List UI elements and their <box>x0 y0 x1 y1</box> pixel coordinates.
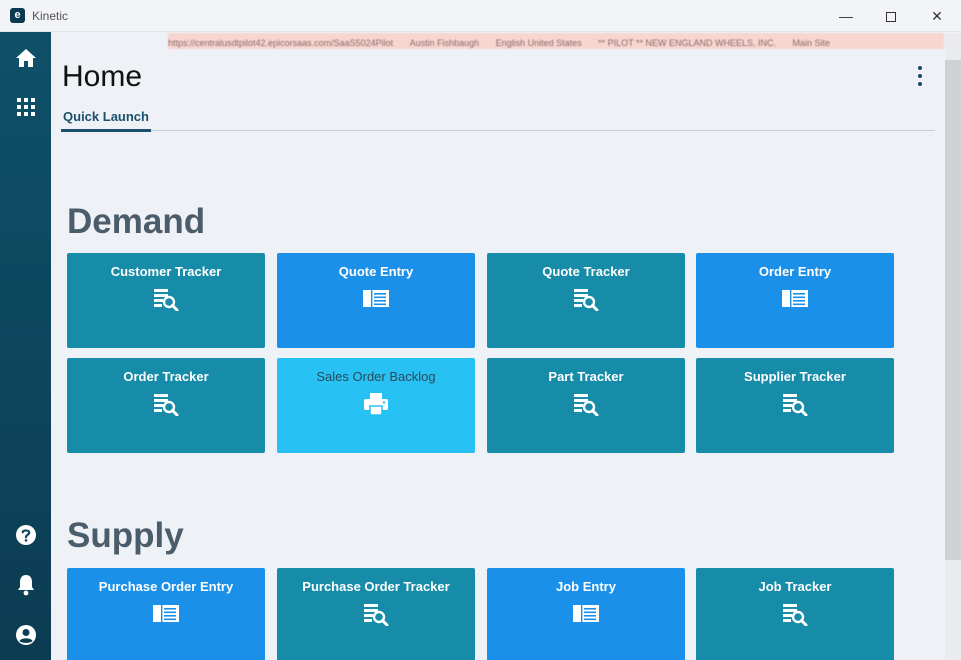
info-site: Main Site <box>792 38 830 48</box>
section-title-demand: Demand <box>67 202 206 241</box>
maximize-icon <box>886 12 896 23</box>
tile-customer-tracker[interactable]: Customer Tracker <box>67 253 265 348</box>
tile-part-tracker[interactable]: Part Tracker <box>487 358 685 453</box>
tracker-search-icon <box>152 392 180 416</box>
tile-quote-tracker[interactable]: Quote Tracker <box>487 253 685 348</box>
printer-icon <box>362 392 390 416</box>
environment-info-bar: https://centralusdtpilot42.epicorsaas.co… <box>168 33 944 49</box>
sidebar <box>0 32 51 660</box>
tile-quote-entry[interactable]: Quote Entry <box>277 253 475 348</box>
sidebar-item-user[interactable] <box>0 615 51 655</box>
kinetic-logo-icon: e <box>10 8 25 23</box>
tile-label: Supplier Tracker <box>744 369 846 384</box>
apps-grid-icon <box>16 98 35 116</box>
tile-job-tracker[interactable]: Job Tracker <box>696 568 894 660</box>
scrollbar-thumb[interactable] <box>945 60 961 560</box>
info-company: ** PILOT ** NEW ENGLAND WHEELS, INC. <box>598 38 776 48</box>
tile-label: Purchase Order Entry <box>98 579 234 594</box>
home-icon <box>15 49 36 67</box>
tracker-search-icon <box>152 287 180 311</box>
sidebar-item-help[interactable] <box>0 515 51 555</box>
info-url: https://centralusdtpilot42.epicorsaas.co… <box>168 38 394 48</box>
tile-sales-order-backlog[interactable]: Sales Order Backlog <box>277 358 475 453</box>
tile-supplier-tracker[interactable]: Supplier Tracker <box>696 358 894 453</box>
tile-order-entry[interactable]: Order Entry <box>696 253 894 348</box>
tile-label: Order Entry <box>758 264 832 279</box>
tile-label: Quote Entry <box>338 264 414 279</box>
tile-label: Purchase Order Tracker <box>302 579 450 594</box>
maximize-button[interactable] <box>876 6 906 26</box>
tab-quick-launch[interactable]: Quick Launch <box>61 109 151 132</box>
sidebar-item-home[interactable] <box>0 38 51 78</box>
tile-job-entry[interactable]: Job Entry <box>487 568 685 660</box>
window-titlebar: e Kinetic — ✕ <box>0 0 961 32</box>
tile-label: Part Tracker <box>548 369 624 384</box>
more-options-button[interactable] <box>912 66 928 86</box>
section-title-supply: Supply <box>67 516 184 555</box>
help-icon <box>15 525 36 545</box>
minimize-button[interactable]: — <box>831 6 861 26</box>
entry-form-icon <box>152 602 180 626</box>
entry-form-icon <box>572 602 600 626</box>
tile-label: Job Entry <box>556 579 616 594</box>
tile-order-tracker[interactable]: Order Tracker <box>67 358 265 453</box>
sidebar-item-apps[interactable] <box>0 87 51 127</box>
tracker-search-icon <box>572 287 600 311</box>
tracker-search-icon <box>781 602 809 626</box>
tracker-search-icon <box>362 602 390 626</box>
entry-form-icon <box>781 287 809 311</box>
sidebar-item-notifications[interactable] <box>0 565 51 605</box>
tile-label: Sales Order Backlog <box>316 369 436 384</box>
user-icon <box>15 625 36 645</box>
window-title: Kinetic <box>32 9 69 23</box>
tile-label: Quote Tracker <box>542 264 630 279</box>
tile-label: Job Tracker <box>758 579 832 594</box>
info-user: Austin Fishbaugh <box>409 38 480 48</box>
tile-label: Order Tracker <box>123 369 209 384</box>
close-button[interactable]: ✕ <box>922 6 952 26</box>
info-language: English United States <box>495 38 582 48</box>
bell-icon <box>17 575 34 596</box>
tile-purchase-order-tracker[interactable]: Purchase Order Tracker <box>277 568 475 660</box>
tracker-search-icon <box>572 392 600 416</box>
tile-label: Customer Tracker <box>110 264 222 279</box>
page-title: Home <box>62 60 143 93</box>
tile-purchase-order-entry[interactable]: Purchase Order Entry <box>67 568 265 660</box>
tracker-search-icon <box>781 392 809 416</box>
entry-form-icon <box>362 287 390 311</box>
tabs-divider <box>61 130 935 131</box>
